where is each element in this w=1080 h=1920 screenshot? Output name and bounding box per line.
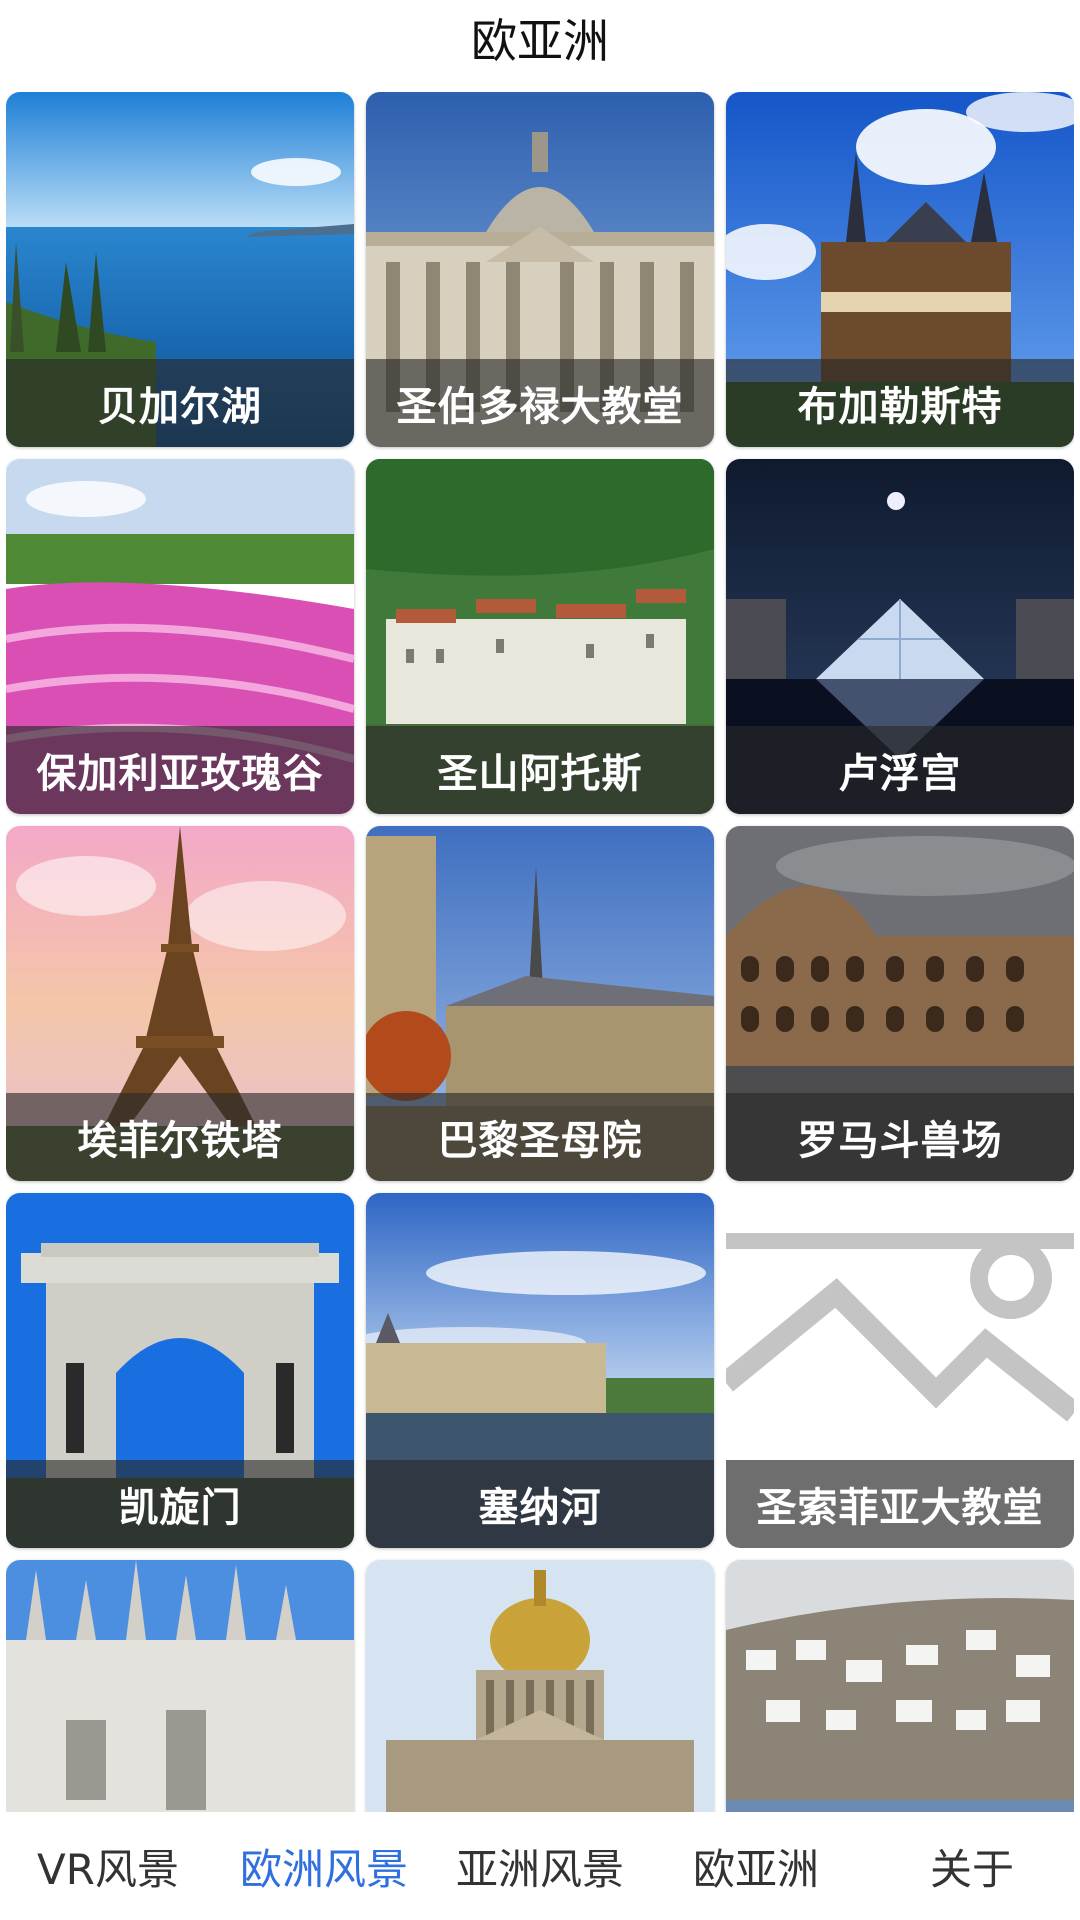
card-label: 埃菲尔铁塔 [6, 1093, 354, 1181]
nav-item-asia-scenery[interactable]: 亚洲风景 [432, 1836, 648, 1897]
card-label: 贝加尔湖 [6, 359, 354, 447]
card-label: 布加勒斯特 [726, 359, 1074, 447]
scenery-grid: 贝加尔湖 圣伯多禄大教堂 布加勒斯特 保加利亚玫瑰谷 圣山阿托斯 卢浮宫 埃菲尔… [6, 92, 1074, 1812]
card-bucharest[interactable]: 布加勒斯特 [726, 92, 1074, 447]
card-label: 卢浮宫 [726, 726, 1074, 814]
card-label: 凯旋门 [6, 1460, 354, 1548]
card-triumphal-arch[interactable]: 凯旋门 [6, 1193, 354, 1548]
card-milan-cathedral[interactable] [6, 1560, 354, 1812]
card-hagia-sophia[interactable]: 圣索菲亚大教堂 [726, 1193, 1074, 1548]
card-colosseum[interactable]: 罗马斗兽场 [726, 826, 1074, 1181]
bottom-nav: VR风景 欧洲风景 亚洲风景 欧亚洲 关于 [0, 1812, 1080, 1920]
card-eiffel[interactable]: 埃菲尔铁塔 [6, 826, 354, 1181]
nav-item-about[interactable]: 关于 [864, 1836, 1080, 1897]
card-hillside-town[interactable] [726, 1560, 1074, 1812]
white-hillside-town-image [726, 1560, 1074, 1812]
page-title: 欧亚洲 [471, 14, 609, 68]
card-mount-athos[interactable]: 圣山阿托斯 [366, 459, 714, 814]
milan-cathedral-image [6, 1560, 354, 1812]
card-label: 塞纳河 [366, 1460, 714, 1548]
st-isaacs-cathedral-image [366, 1560, 714, 1812]
card-st-isaacs[interactable] [366, 1560, 714, 1812]
card-rose-valley[interactable]: 保加利亚玫瑰谷 [6, 459, 354, 814]
card-label: 巴黎圣母院 [366, 1093, 714, 1181]
card-label: 圣伯多禄大教堂 [366, 359, 714, 447]
card-label: 圣山阿托斯 [366, 726, 714, 814]
nav-item-eurasia[interactable]: 欧亚洲 [648, 1836, 864, 1897]
card-label: 圣索菲亚大教堂 [726, 1460, 1074, 1548]
nav-item-vr-scenery[interactable]: VR风景 [0, 1836, 216, 1897]
card-lake-baikal[interactable]: 贝加尔湖 [6, 92, 354, 447]
nav-item-europe-scenery[interactable]: 欧洲风景 [216, 1836, 432, 1897]
card-seine[interactable]: 塞纳河 [366, 1193, 714, 1548]
card-louvre[interactable]: 卢浮宫 [726, 459, 1074, 814]
card-label: 罗马斗兽场 [726, 1093, 1074, 1181]
card-notre-dame[interactable]: 巴黎圣母院 [366, 826, 714, 1181]
card-st-peters[interactable]: 圣伯多禄大教堂 [366, 92, 714, 447]
card-label: 保加利亚玫瑰谷 [6, 726, 354, 814]
